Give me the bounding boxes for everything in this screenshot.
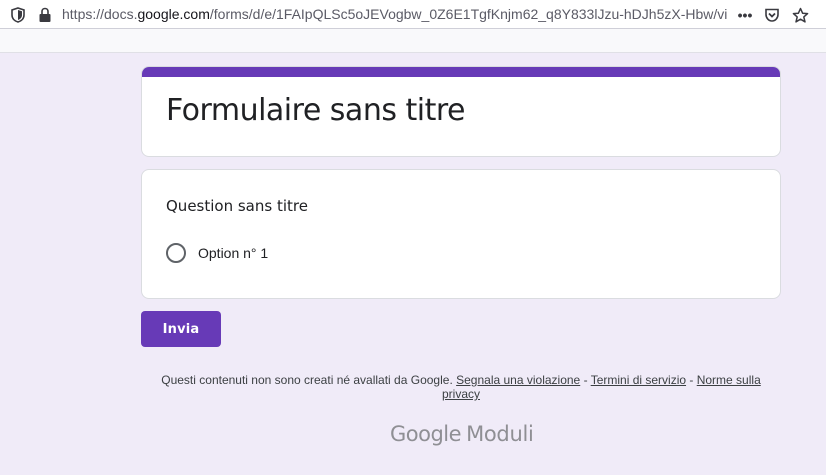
report-abuse-link[interactable]: Segnala una violazione	[456, 373, 580, 387]
radio-button[interactable]	[166, 243, 186, 263]
question-title: Question sans titre	[166, 197, 308, 215]
separator: -	[686, 373, 697, 387]
question-card: Question sans titre Option n° 1	[141, 169, 781, 299]
url-prefix: https://docs.	[62, 6, 138, 22]
form-header-card: Formulaire sans titre	[141, 66, 781, 157]
accent-bar	[142, 67, 780, 77]
brand-product: Moduli	[466, 422, 534, 446]
radio-option[interactable]: Option n° 1	[166, 243, 268, 263]
google-forms-logo[interactable]: Google Moduli	[390, 422, 534, 450]
address-bar[interactable]: https://docs.google.com/forms/d/e/1FAIpQ…	[62, 6, 728, 24]
url-host: google.com	[137, 6, 210, 22]
lock-icon[interactable]	[36, 6, 54, 24]
browser-toolbar: https://docs.google.com/forms/d/e/1FAIpQ…	[0, 0, 826, 29]
footer-disclaimer: Questi contenuti non sono creati né aval…	[141, 373, 781, 401]
terms-link[interactable]: Termini di servizio	[591, 373, 686, 387]
disclaimer-text: Questi contenuti non sono creati né aval…	[161, 373, 453, 387]
form-title: Formulaire sans titre	[166, 93, 466, 128]
separator: -	[580, 373, 591, 387]
url-path: /forms/d/e/1FAIpQLSc5oJEVogbw_0Z6E1TgfKn…	[209, 6, 728, 22]
shield-icon[interactable]	[9, 6, 27, 24]
toolbar-strip	[0, 29, 826, 53]
pocket-icon[interactable]	[763, 6, 781, 24]
star-icon[interactable]	[791, 6, 809, 24]
option-label: Option n° 1	[198, 245, 269, 261]
brand-google: Google	[390, 422, 462, 446]
more-icon[interactable]: •••	[735, 6, 755, 24]
submit-button[interactable]: Invia	[141, 311, 221, 347]
